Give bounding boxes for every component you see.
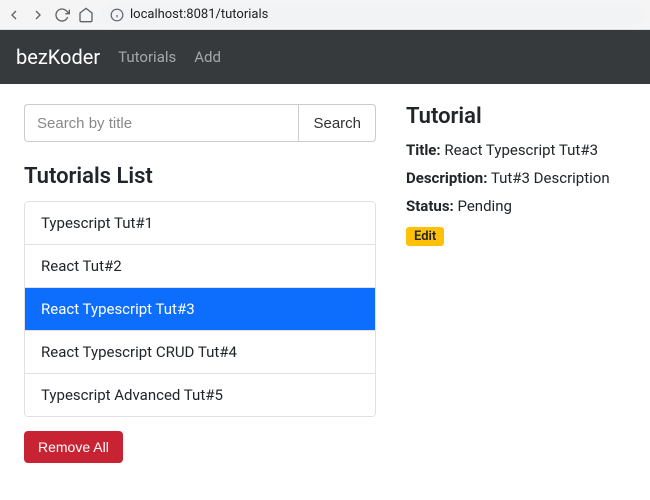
home-icon[interactable] (78, 7, 94, 23)
list-item[interactable]: Typescript Advanced Tut#5 (25, 374, 375, 416)
address-bar[interactable]: localhost:8081/tutorials (102, 4, 644, 26)
detail-title: Title: React Typescript Tut#3 (406, 141, 626, 159)
tutorial-list: Typescript Tut#1React Tut#2React Typescr… (24, 201, 376, 417)
edit-button[interactable]: Edit (406, 227, 444, 246)
right-column: Tutorial Title: React Typescript Tut#3 D… (406, 104, 626, 463)
remove-all-button[interactable]: Remove All (24, 431, 123, 463)
reload-icon[interactable] (54, 7, 70, 23)
main-content: Search Tutorials List Typescript Tut#1Re… (0, 84, 650, 483)
browser-toolbar: localhost:8081/tutorials (0, 0, 650, 30)
brand[interactable]: bezKoder (16, 45, 100, 69)
detail-description: Description: Tut#3 Description (406, 169, 626, 187)
nav-link-add[interactable]: Add (194, 48, 221, 66)
detail-description-label: Description: (406, 169, 487, 187)
detail-title-label: Title: (406, 141, 441, 159)
detail-status-value: Pending (457, 197, 511, 215)
url-text: localhost:8081/tutorials (130, 7, 268, 22)
search-button[interactable]: Search (298, 104, 376, 142)
detail-title-value: React Typescript Tut#3 (444, 141, 598, 159)
list-item[interactable]: Typescript Tut#1 (25, 202, 375, 245)
site-info-icon (110, 8, 124, 22)
detail-status-label: Status: (406, 197, 454, 215)
app-navbar: bezKoder Tutorials Add (0, 30, 650, 84)
list-item[interactable]: React Typescript CRUD Tut#4 (25, 331, 375, 374)
search-row: Search (24, 104, 376, 142)
back-icon[interactable] (6, 7, 22, 23)
nav-link-tutorials[interactable]: Tutorials (118, 48, 176, 66)
list-item[interactable]: React Tut#2 (25, 245, 375, 288)
detail-heading: Tutorial (406, 104, 626, 129)
detail-status: Status: Pending (406, 197, 626, 215)
detail-description-value: Tut#3 Description (491, 169, 610, 187)
search-input[interactable] (24, 104, 298, 142)
left-column: Search Tutorials List Typescript Tut#1Re… (24, 104, 376, 463)
list-item[interactable]: React Typescript Tut#3 (25, 288, 375, 331)
list-heading: Tutorials List (24, 164, 376, 189)
forward-icon[interactable] (30, 7, 46, 23)
